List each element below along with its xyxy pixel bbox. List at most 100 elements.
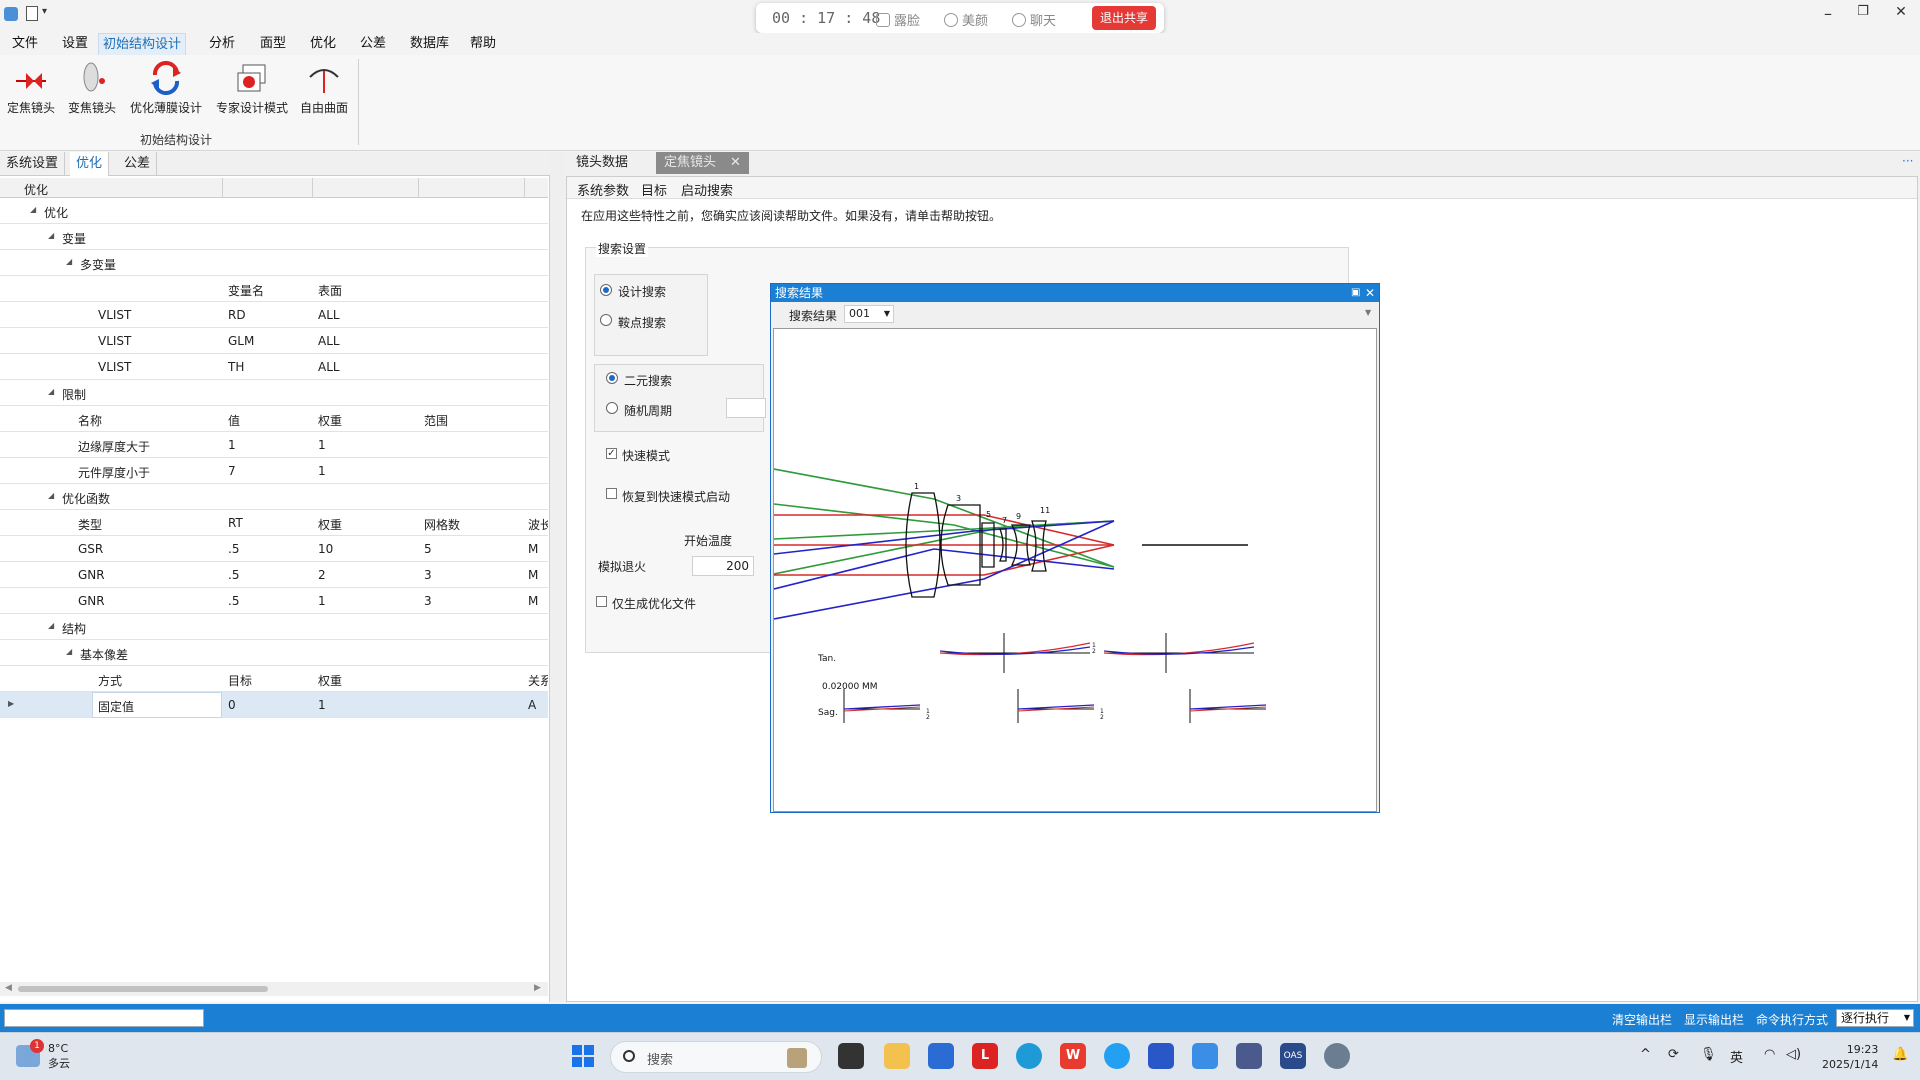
grid-cell[interactable]: ALL — [318, 308, 340, 322]
table-row[interactable]: GSR .5 10 5 M — [0, 536, 548, 562]
grid-cell[interactable]: 权重 — [318, 516, 342, 533]
fixed-focus-lens-button[interactable]: 定焦镜头 — [6, 61, 56, 116]
tree-expand-icon[interactable]: ◢ — [66, 257, 72, 266]
grid-cell[interactable]: 网格数 — [424, 516, 460, 533]
more-options-icon[interactable]: ··· — [1902, 154, 1913, 168]
scrollbar-thumb[interactable] — [18, 986, 268, 992]
annealing-input[interactable]: 200 — [692, 556, 754, 576]
table-row[interactable]: GNR .5 1 3 M — [0, 588, 548, 614]
grid-cell[interactable]: 权重 — [318, 412, 342, 429]
file-explorer-icon[interactable] — [884, 1043, 910, 1069]
table-row[interactable]: ◢ 限制 — [0, 380, 548, 406]
microphone-icon[interactable]: 🎙 — [1700, 1047, 1717, 1062]
grid-cell[interactable]: 变量名 — [228, 282, 264, 299]
grid-cell[interactable]: 1 — [318, 464, 326, 478]
grid-cell[interactable]: .5 — [228, 594, 239, 608]
face-toggle[interactable]: 露脸 — [876, 10, 920, 29]
clear-output-button[interactable]: 清空输出栏 — [1612, 1011, 1672, 1028]
grid-cell[interactable]: .5 — [228, 568, 239, 582]
weather-widget[interactable]: 8°C 多云 — [48, 1041, 70, 1071]
grid-cell[interactable]: M — [528, 594, 538, 608]
tree-expand-icon[interactable]: ◢ — [66, 647, 72, 656]
table-row[interactable]: VLIST GLM ALL — [0, 328, 548, 354]
quick-access-caret-icon[interactable]: ▾ — [42, 6, 47, 17]
table-row[interactable]: GNR .5 2 3 M — [0, 562, 548, 588]
windows-start-icon[interactable] — [570, 1043, 596, 1069]
wifi-icon[interactable]: ◠ — [1764, 1047, 1775, 1062]
expert-mode-button[interactable]: 专家设计模式 — [214, 61, 290, 116]
edge-browser-icon[interactable] — [1016, 1043, 1042, 1069]
menu-help[interactable]: 帮助 — [466, 33, 500, 55]
ime-indicator[interactable]: 英 — [1730, 1047, 1743, 1066]
grid-cell[interactable]: ALL — [318, 334, 340, 348]
tray-expand-icon[interactable]: ^ — [1640, 1047, 1651, 1062]
grid-cell[interactable]: 权重 — [318, 672, 342, 689]
grid-cell[interactable]: 边缘厚度大于 — [78, 438, 150, 455]
start-search-button[interactable]: 启动搜索 — [681, 180, 733, 199]
left-horizontal-scrollbar[interactable]: ◀ ▶ — [0, 982, 548, 996]
menu-file[interactable]: 文件 — [8, 33, 42, 55]
grid-cell[interactable]: 10 — [318, 542, 333, 556]
table-row[interactable]: ◢ 多变量 — [0, 250, 548, 276]
table-row[interactable]: 名称 值 权重 范围 — [0, 406, 548, 432]
sync-icon[interactable]: ⟳ — [1668, 1047, 1679, 1062]
table-row[interactable]: 元件厚度小于 7 1 — [0, 458, 548, 484]
exit-share-button[interactable]: 退出共享 — [1092, 6, 1156, 30]
result-select-dropdown[interactable]: 001 ▼ — [844, 305, 894, 323]
grid-cell[interactable]: ALL — [318, 360, 340, 374]
table-row[interactable]: 类型 RT 权重 网格数 波长 — [0, 510, 548, 536]
search-result-window[interactable]: 搜索结果 ▣ ✕ 搜索结果 001 ▼ ▼ 1 3 5 7 9 11 Tan. 0.02000 M… — [770, 283, 1380, 813]
close-window-icon[interactable]: ✕ — [1365, 284, 1375, 302]
grid-cell[interactable]: .5 — [228, 542, 239, 556]
restore-fast-checkbox[interactable] — [606, 488, 617, 499]
settings-gear-icon[interactable] — [1324, 1043, 1350, 1069]
grid-cell[interactable]: 类型 — [78, 516, 102, 533]
grid-cell[interactable]: GNR — [78, 594, 105, 608]
panel-splitter[interactable] — [550, 152, 564, 1002]
tab-optimize[interactable]: 优化 — [70, 152, 110, 176]
grid-cell[interactable]: M — [528, 542, 538, 556]
taskbar-search[interactable]: 搜索 — [610, 1041, 822, 1073]
table-row[interactable]: ◢ 基本像差 — [0, 640, 548, 666]
result-window-titlebar[interactable]: 搜索结果 ▣ ✕ — [771, 284, 1379, 302]
notification-bell-icon[interactable]: 🔔 — [1892, 1047, 1908, 1062]
grid-cell[interactable]: RD — [228, 308, 246, 322]
design-search-radio[interactable] — [600, 284, 612, 296]
target-button[interactable]: 目标 — [641, 180, 667, 199]
menu-settings[interactable]: 设置 — [58, 33, 92, 55]
close-tab-icon[interactable]: ✕ — [730, 155, 741, 170]
table-row[interactable]: 边缘厚度大于 1 1 — [0, 432, 548, 458]
binary-search-radio[interactable] — [606, 372, 618, 384]
grid-cell[interactable]: A — [528, 698, 536, 712]
tree-expand-icon[interactable]: ◢ — [48, 231, 54, 240]
tree-expand-icon[interactable]: ◢ — [48, 621, 54, 630]
grid-cell[interactable]: 1 — [228, 438, 236, 452]
menu-tolerance[interactable]: 公差 — [356, 33, 390, 55]
random-period-input[interactable] — [726, 398, 766, 418]
task-view-icon[interactable] — [838, 1043, 864, 1069]
zoom-lens-button[interactable]: 变焦镜头 — [66, 61, 118, 116]
freeform-surface-button[interactable]: 自由曲面 — [298, 61, 350, 116]
tab-system-settings[interactable]: 系统设置 — [0, 152, 66, 176]
grid-cell[interactable]: VLIST — [98, 334, 131, 348]
quick-access-document-icon[interactable] — [26, 6, 38, 21]
app-active-icon[interactable] — [1236, 1043, 1262, 1069]
grid-cell[interactable]: 值 — [228, 412, 240, 429]
toolbar-overflow-icon[interactable]: ▼ — [1365, 308, 1371, 317]
table-row[interactable]: VLIST TH ALL — [0, 354, 548, 380]
grid-cell[interactable]: 关系 — [528, 672, 548, 689]
table-row[interactable]: ◢ 结构 — [0, 614, 548, 640]
random-period-radio[interactable] — [606, 402, 618, 414]
clock[interactable]: 19:23 2025/1/14 — [1822, 1042, 1878, 1072]
chat-toggle[interactable]: 聊天 — [1012, 10, 1056, 29]
oas-app-icon[interactable]: OAS — [1280, 1043, 1306, 1069]
grid-cell[interactable]: 7 — [228, 464, 236, 478]
command-input[interactable] — [4, 1009, 204, 1027]
table-row[interactable]: 方式 目标 权重 关系 — [0, 666, 548, 692]
grid-cell[interactable]: 5 — [424, 542, 432, 556]
grid-cell[interactable]: 固定值 — [98, 698, 134, 715]
grid-cell[interactable]: TH — [228, 360, 244, 374]
grid-cell[interactable]: M — [528, 568, 538, 582]
grid-cell[interactable]: 目标 — [228, 672, 252, 689]
tree-expand-icon[interactable]: ◢ — [48, 387, 54, 396]
